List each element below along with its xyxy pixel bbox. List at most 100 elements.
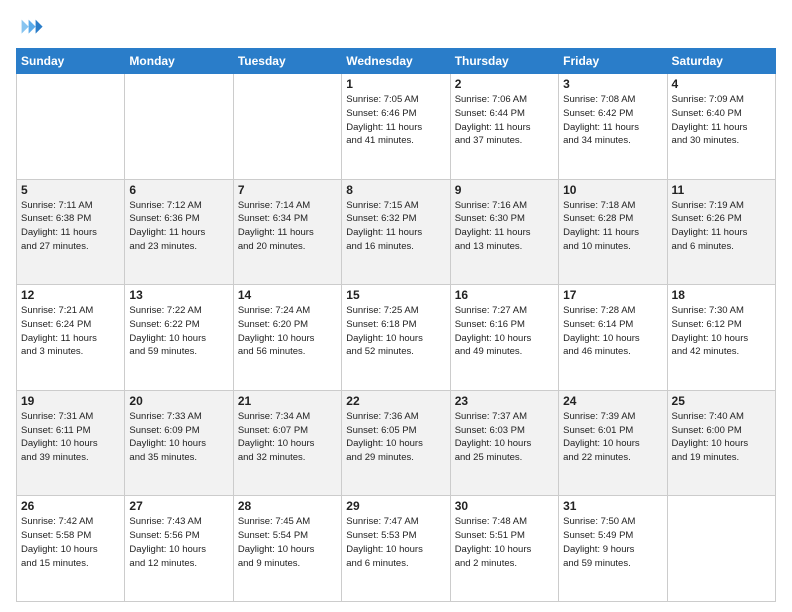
day-number: 5 <box>21 183 120 197</box>
day-number: 14 <box>238 288 337 302</box>
day-info: Sunrise: 7:08 AM Sunset: 6:42 PM Dayligh… <box>563 93 662 148</box>
day-number: 29 <box>346 499 445 513</box>
logo-icon <box>16 14 44 42</box>
day-info: Sunrise: 7:27 AM Sunset: 6:16 PM Dayligh… <box>455 304 554 359</box>
day-number: 2 <box>455 77 554 91</box>
day-info: Sunrise: 7:06 AM Sunset: 6:44 PM Dayligh… <box>455 93 554 148</box>
day-number: 16 <box>455 288 554 302</box>
calendar-cell: 6 Sunrise: 7:12 AM Sunset: 6:36 PM Daylig… <box>125 179 233 285</box>
calendar-cell: 27 Sunrise: 7:43 AM Sunset: 5:56 PM Dayli… <box>125 496 233 602</box>
day-info: Sunrise: 7:37 AM Sunset: 6:03 PM Dayligh… <box>455 410 554 465</box>
calendar-cell <box>125 74 233 180</box>
day-info: Sunrise: 7:11 AM Sunset: 6:38 PM Dayligh… <box>21 199 120 254</box>
day-info: Sunrise: 7:21 AM Sunset: 6:24 PM Dayligh… <box>21 304 120 359</box>
weekday-header: Saturday <box>667 49 775 74</box>
day-number: 17 <box>563 288 662 302</box>
weekday-header: Friday <box>559 49 667 74</box>
calendar-cell <box>17 74 125 180</box>
day-number: 15 <box>346 288 445 302</box>
day-number: 11 <box>672 183 771 197</box>
day-info: Sunrise: 7:33 AM Sunset: 6:09 PM Dayligh… <box>129 410 228 465</box>
calendar-cell: 23 Sunrise: 7:37 AM Sunset: 6:03 PM Dayli… <box>450 390 558 496</box>
calendar-cell: 2 Sunrise: 7:06 AM Sunset: 6:44 PM Daylig… <box>450 74 558 180</box>
day-info: Sunrise: 7:15 AM Sunset: 6:32 PM Dayligh… <box>346 199 445 254</box>
calendar-cell: 31 Sunrise: 7:50 AM Sunset: 5:49 PM Dayli… <box>559 496 667 602</box>
weekday-header: Tuesday <box>233 49 341 74</box>
calendar-cell: 13 Sunrise: 7:22 AM Sunset: 6:22 PM Dayli… <box>125 285 233 391</box>
day-info: Sunrise: 7:30 AM Sunset: 6:12 PM Dayligh… <box>672 304 771 359</box>
day-number: 31 <box>563 499 662 513</box>
day-number: 19 <box>21 394 120 408</box>
day-number: 20 <box>129 394 228 408</box>
day-number: 1 <box>346 77 445 91</box>
logo <box>16 14 46 42</box>
day-info: Sunrise: 7:39 AM Sunset: 6:01 PM Dayligh… <box>563 410 662 465</box>
calendar-cell: 25 Sunrise: 7:40 AM Sunset: 6:00 PM Dayli… <box>667 390 775 496</box>
day-info: Sunrise: 7:19 AM Sunset: 6:26 PM Dayligh… <box>672 199 771 254</box>
day-number: 25 <box>672 394 771 408</box>
day-info: Sunrise: 7:48 AM Sunset: 5:51 PM Dayligh… <box>455 515 554 570</box>
weekday-header: Monday <box>125 49 233 74</box>
weekday-header: Wednesday <box>342 49 450 74</box>
day-info: Sunrise: 7:31 AM Sunset: 6:11 PM Dayligh… <box>21 410 120 465</box>
day-info: Sunrise: 7:40 AM Sunset: 6:00 PM Dayligh… <box>672 410 771 465</box>
calendar-cell: 24 Sunrise: 7:39 AM Sunset: 6:01 PM Dayli… <box>559 390 667 496</box>
day-number: 3 <box>563 77 662 91</box>
day-info: Sunrise: 7:45 AM Sunset: 5:54 PM Dayligh… <box>238 515 337 570</box>
day-info: Sunrise: 7:16 AM Sunset: 6:30 PM Dayligh… <box>455 199 554 254</box>
weekday-header: Sunday <box>17 49 125 74</box>
day-number: 13 <box>129 288 228 302</box>
day-number: 6 <box>129 183 228 197</box>
day-number: 22 <box>346 394 445 408</box>
day-number: 12 <box>21 288 120 302</box>
day-number: 24 <box>563 394 662 408</box>
day-number: 30 <box>455 499 554 513</box>
day-info: Sunrise: 7:43 AM Sunset: 5:56 PM Dayligh… <box>129 515 228 570</box>
calendar-cell: 20 Sunrise: 7:33 AM Sunset: 6:09 PM Dayli… <box>125 390 233 496</box>
calendar-cell: 18 Sunrise: 7:30 AM Sunset: 6:12 PM Dayli… <box>667 285 775 391</box>
calendar-cell: 16 Sunrise: 7:27 AM Sunset: 6:16 PM Dayli… <box>450 285 558 391</box>
day-info: Sunrise: 7:28 AM Sunset: 6:14 PM Dayligh… <box>563 304 662 359</box>
calendar-cell: 12 Sunrise: 7:21 AM Sunset: 6:24 PM Dayli… <box>17 285 125 391</box>
day-info: Sunrise: 7:50 AM Sunset: 5:49 PM Dayligh… <box>563 515 662 570</box>
calendar-cell: 10 Sunrise: 7:18 AM Sunset: 6:28 PM Dayli… <box>559 179 667 285</box>
calendar-cell: 7 Sunrise: 7:14 AM Sunset: 6:34 PM Daylig… <box>233 179 341 285</box>
day-info: Sunrise: 7:14 AM Sunset: 6:34 PM Dayligh… <box>238 199 337 254</box>
calendar-cell: 29 Sunrise: 7:47 AM Sunset: 5:53 PM Dayli… <box>342 496 450 602</box>
calendar-cell: 5 Sunrise: 7:11 AM Sunset: 6:38 PM Daylig… <box>17 179 125 285</box>
day-info: Sunrise: 7:24 AM Sunset: 6:20 PM Dayligh… <box>238 304 337 359</box>
day-info: Sunrise: 7:47 AM Sunset: 5:53 PM Dayligh… <box>346 515 445 570</box>
day-number: 9 <box>455 183 554 197</box>
day-info: Sunrise: 7:36 AM Sunset: 6:05 PM Dayligh… <box>346 410 445 465</box>
weekday-header: Thursday <box>450 49 558 74</box>
day-number: 27 <box>129 499 228 513</box>
calendar-cell: 1 Sunrise: 7:05 AM Sunset: 6:46 PM Daylig… <box>342 74 450 180</box>
calendar-cell: 19 Sunrise: 7:31 AM Sunset: 6:11 PM Dayli… <box>17 390 125 496</box>
day-number: 10 <box>563 183 662 197</box>
day-number: 21 <box>238 394 337 408</box>
day-info: Sunrise: 7:34 AM Sunset: 6:07 PM Dayligh… <box>238 410 337 465</box>
calendar-cell: 8 Sunrise: 7:15 AM Sunset: 6:32 PM Daylig… <box>342 179 450 285</box>
calendar-cell: 28 Sunrise: 7:45 AM Sunset: 5:54 PM Dayli… <box>233 496 341 602</box>
day-info: Sunrise: 7:18 AM Sunset: 6:28 PM Dayligh… <box>563 199 662 254</box>
header <box>16 10 776 42</box>
calendar-cell: 9 Sunrise: 7:16 AM Sunset: 6:30 PM Daylig… <box>450 179 558 285</box>
calendar-cell: 17 Sunrise: 7:28 AM Sunset: 6:14 PM Dayli… <box>559 285 667 391</box>
day-info: Sunrise: 7:09 AM Sunset: 6:40 PM Dayligh… <box>672 93 771 148</box>
day-info: Sunrise: 7:22 AM Sunset: 6:22 PM Dayligh… <box>129 304 228 359</box>
day-info: Sunrise: 7:42 AM Sunset: 5:58 PM Dayligh… <box>21 515 120 570</box>
calendar-cell: 14 Sunrise: 7:24 AM Sunset: 6:20 PM Dayli… <box>233 285 341 391</box>
day-number: 23 <box>455 394 554 408</box>
calendar-cell: 21 Sunrise: 7:34 AM Sunset: 6:07 PM Dayli… <box>233 390 341 496</box>
day-number: 18 <box>672 288 771 302</box>
calendar-cell: 4 Sunrise: 7:09 AM Sunset: 6:40 PM Daylig… <box>667 74 775 180</box>
calendar-cell: 22 Sunrise: 7:36 AM Sunset: 6:05 PM Dayli… <box>342 390 450 496</box>
calendar-cell <box>667 496 775 602</box>
day-number: 7 <box>238 183 337 197</box>
day-number: 28 <box>238 499 337 513</box>
day-number: 8 <box>346 183 445 197</box>
calendar-cell: 3 Sunrise: 7:08 AM Sunset: 6:42 PM Daylig… <box>559 74 667 180</box>
day-number: 4 <box>672 77 771 91</box>
day-info: Sunrise: 7:05 AM Sunset: 6:46 PM Dayligh… <box>346 93 445 148</box>
day-info: Sunrise: 7:12 AM Sunset: 6:36 PM Dayligh… <box>129 199 228 254</box>
